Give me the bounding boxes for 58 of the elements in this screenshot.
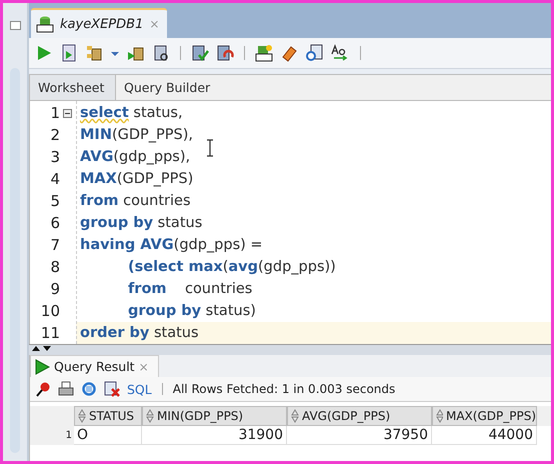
column-header[interactable]: STATUS [74, 406, 142, 426]
table-cell: O [74, 426, 142, 445]
pin-icon[interactable] [35, 381, 51, 397]
column-title: MIN(GDP_PPS) [157, 409, 244, 423]
line-number: 8 [49, 257, 61, 278]
sort-icon[interactable] [436, 409, 443, 423]
code-line: MAX(GDP_PPS) [79, 170, 194, 189]
run-icon [34, 358, 50, 374]
line-number: 2 [49, 125, 61, 146]
line-number: 10 [40, 301, 61, 322]
line-number: 11 [40, 323, 61, 344]
column-header[interactable]: MAX(GDP_PPS) [432, 406, 537, 426]
line-number: 9 [49, 279, 61, 300]
splitter-arrows-icon[interactable] [31, 345, 53, 352]
line-number: 5 [49, 191, 61, 212]
sort-icon[interactable] [78, 409, 86, 423]
editor-tab[interactable]: Query Builder [116, 75, 218, 100]
minimize-button[interactable] [10, 21, 20, 30]
sql-link[interactable]: SQL [127, 382, 152, 396]
code-line: from countries [79, 192, 191, 211]
column-header[interactable]: AVG(GDP_PPS) [287, 406, 432, 426]
code-line: group by status [79, 214, 202, 233]
eraser-icon[interactable] [280, 44, 298, 62]
code-line: MIN(GDP_PPS), [79, 126, 193, 145]
print-icon[interactable] [58, 381, 74, 397]
line-number: 1 [49, 103, 61, 124]
line-number: 4 [49, 169, 61, 190]
rollback-icon[interactable] [216, 44, 234, 62]
code-line: group by status) [127, 302, 256, 321]
text-case-icon[interactable] [330, 44, 350, 62]
commit-icon[interactable] [191, 44, 209, 62]
row-number: 1 [30, 426, 74, 445]
document-tab[interactable]: kayeXEPDB1 × [31, 8, 168, 38]
column-header[interactable]: MIN(GDP_PPS) [142, 406, 287, 426]
sort-icon[interactable] [291, 409, 299, 423]
table-cell: 31900 [142, 426, 287, 445]
code-line: having AVG(gdp_pps) = [79, 236, 263, 255]
code-line: select status, [79, 104, 183, 123]
table-cell: 37950 [287, 426, 432, 445]
sort-icon[interactable] [146, 409, 154, 423]
column-title: STATUS [89, 409, 134, 423]
delete-icon[interactable] [104, 381, 120, 397]
code-line: from countries [127, 280, 252, 299]
text-cursor-icon [206, 139, 214, 157]
code-line: AVG(gdp_pps), [79, 148, 190, 167]
line-number: 6 [49, 213, 61, 234]
column-title: AVG(GDP_PPS) [302, 409, 390, 423]
editor-tab[interactable]: Worksheet [30, 75, 116, 100]
table-cell: 44000 [432, 426, 537, 445]
column-title: MAX(GDP_PPS) [446, 409, 536, 423]
line-number: 3 [49, 147, 61, 168]
collapse-icon[interactable] [63, 108, 72, 118]
result-tab[interactable]: Query Result × [30, 355, 159, 377]
code-line: (select max(avg(gdp_pps)) [127, 258, 336, 277]
line-number: 7 [49, 235, 61, 256]
run-icon[interactable] [35, 44, 53, 62]
run-script-icon[interactable] [60, 44, 78, 62]
fetch-status: All Rows Fetched: 1 in 0.003 seconds [172, 382, 396, 396]
